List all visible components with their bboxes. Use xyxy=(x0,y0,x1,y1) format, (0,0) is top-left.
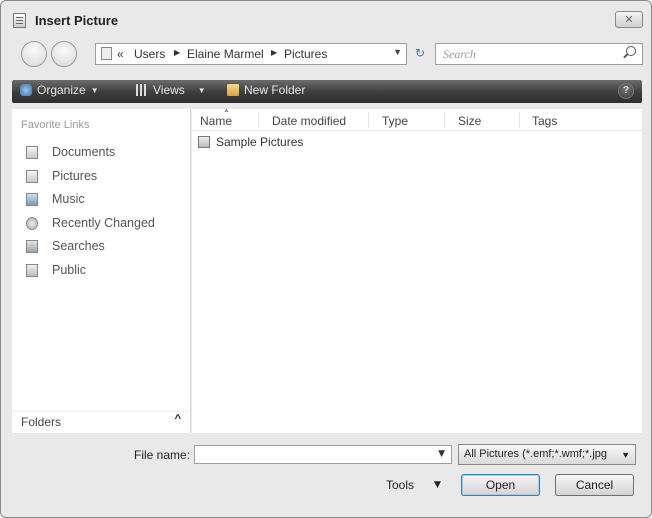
folders-label: Folders xyxy=(21,415,62,429)
views-label: Views xyxy=(153,83,185,97)
favorite-link-label: Recently Changed xyxy=(52,215,155,230)
favorite-link-label: Music xyxy=(52,192,85,206)
column-header-row: ▲ Name Date modified Type Size Tags xyxy=(192,107,642,131)
column-header-tags[interactable]: Tags xyxy=(532,114,557,128)
file-type-filter-value: All Pictures (*.emf;*.wmf;*.jpg xyxy=(464,448,608,460)
column-header-size[interactable]: Size xyxy=(458,114,481,128)
help-button[interactable]: ? xyxy=(618,83,634,99)
file-name: Sample Pictures xyxy=(216,135,304,149)
title-bar: Insert Picture ✕ xyxy=(9,9,643,33)
favorite-link-label: Pictures xyxy=(52,168,98,183)
folders-toggle-row[interactable]: Folders ^ xyxy=(12,411,191,433)
column-header-type[interactable]: Type xyxy=(382,114,408,128)
documents-icon xyxy=(26,146,38,159)
public-icon xyxy=(26,263,38,277)
close-button[interactable]: ✕ xyxy=(615,11,643,28)
column-header-date-modified[interactable]: Date modified xyxy=(272,114,346,128)
location-icon xyxy=(101,47,112,60)
new-folder-button[interactable]: New Folder xyxy=(227,83,305,97)
organize-label: Organize xyxy=(37,83,86,97)
sort-indicator-icon: ▲ xyxy=(223,107,230,114)
search-input[interactable]: Search xyxy=(435,43,643,65)
column-divider[interactable] xyxy=(519,112,520,128)
dialog-app-icon xyxy=(13,13,26,28)
breadcrumb-pictures[interactable]: Pictures xyxy=(284,47,327,61)
favorite-link-public[interactable]: Public xyxy=(12,260,155,284)
address-dropdown-icon[interactable]: ▼ xyxy=(393,47,402,57)
close-icon: ✕ xyxy=(624,13,634,26)
tools-button[interactable]: Tools xyxy=(386,478,414,492)
favorite-links-list: Documents Pictures Music Recently Change… xyxy=(12,142,155,283)
music-icon xyxy=(26,193,38,206)
refresh-button[interactable]: ↻ xyxy=(409,43,431,65)
favorite-link-label: Public xyxy=(52,262,87,277)
chevron-down-icon: ▼ xyxy=(197,85,206,95)
insert-picture-dialog: Insert Picture ✕ « Users ▶ Elaine Marmel… xyxy=(0,0,652,518)
file-list-pane: ▲ Name Date modified Type Size Tags Samp… xyxy=(192,107,642,433)
organize-icon xyxy=(20,84,32,96)
open-button[interactable]: Open xyxy=(461,474,540,496)
favorite-link-label: Documents xyxy=(52,145,116,159)
forward-button[interactable] xyxy=(51,41,77,67)
help-icon: ? xyxy=(622,85,630,96)
column-divider[interactable] xyxy=(258,112,259,128)
address-overflow-chevron[interactable]: « xyxy=(117,47,124,61)
favorite-link-documents[interactable]: Documents xyxy=(12,142,155,166)
file-type-filter-select[interactable]: All Pictures (*.emf;*.wmf;*.jpg ▼ xyxy=(458,444,636,465)
pictures-icon xyxy=(26,169,38,183)
file-name-label: File name: xyxy=(134,448,191,462)
refresh-icon: ↻ xyxy=(414,46,426,60)
back-button[interactable] xyxy=(21,41,47,67)
tools-dropdown-icon[interactable]: ▼ xyxy=(434,480,441,490)
breadcrumb-users[interactable]: Users xyxy=(134,47,165,61)
favorite-link-searches[interactable]: Searches xyxy=(12,236,155,260)
search-icon[interactable] xyxy=(626,46,636,56)
column-divider[interactable] xyxy=(368,112,369,128)
navigation-pane: Favorite Links Documents Pictures Music … xyxy=(12,109,191,433)
new-folder-icon xyxy=(227,84,239,96)
file-name-dropdown-icon[interactable]: ▼ xyxy=(438,449,445,459)
views-icon xyxy=(136,84,148,96)
recently-changed-icon xyxy=(26,216,38,230)
cancel-button[interactable]: Cancel xyxy=(555,474,634,496)
chevron-down-icon: ▼ xyxy=(621,450,630,460)
favorite-links-heading: Favorite Links xyxy=(21,119,90,131)
chevron-up-icon[interactable]: ^ xyxy=(175,413,181,425)
column-header-name[interactable]: Name xyxy=(200,114,232,128)
searches-icon xyxy=(26,240,38,253)
list-item[interactable]: Sample Pictures xyxy=(198,135,303,149)
favorite-link-label: Searches xyxy=(52,239,105,253)
column-divider[interactable] xyxy=(444,112,445,128)
search-placeholder: Search xyxy=(443,47,476,61)
folder-icon xyxy=(198,136,210,148)
chevron-down-icon: ▼ xyxy=(90,85,99,95)
breadcrumb-arrow-icon[interactable]: ▶ xyxy=(271,48,277,57)
favorite-link-recently-changed[interactable]: Recently Changed xyxy=(12,213,155,237)
address-bar[interactable]: « Users ▶ Elaine Marmel ▶ Pictures ▼ xyxy=(95,43,407,65)
breadcrumb-arrow-icon[interactable]: ▶ xyxy=(174,48,180,57)
file-name-field[interactable]: ▼ xyxy=(194,445,452,464)
breadcrumb-elaine-marmel[interactable]: Elaine Marmel xyxy=(187,47,264,61)
views-button[interactable]: Views ▼ xyxy=(136,83,206,97)
navigation-buttons xyxy=(21,41,81,67)
favorite-link-music[interactable]: Music xyxy=(12,189,155,213)
organize-button[interactable]: Organize ▼ xyxy=(20,83,99,97)
new-folder-label: New Folder xyxy=(244,83,306,97)
command-toolbar: Organize ▼ Views ▼ New Folder ? xyxy=(12,80,642,103)
favorite-link-pictures[interactable]: Pictures xyxy=(12,166,155,190)
window-title: Insert Picture xyxy=(35,13,119,28)
